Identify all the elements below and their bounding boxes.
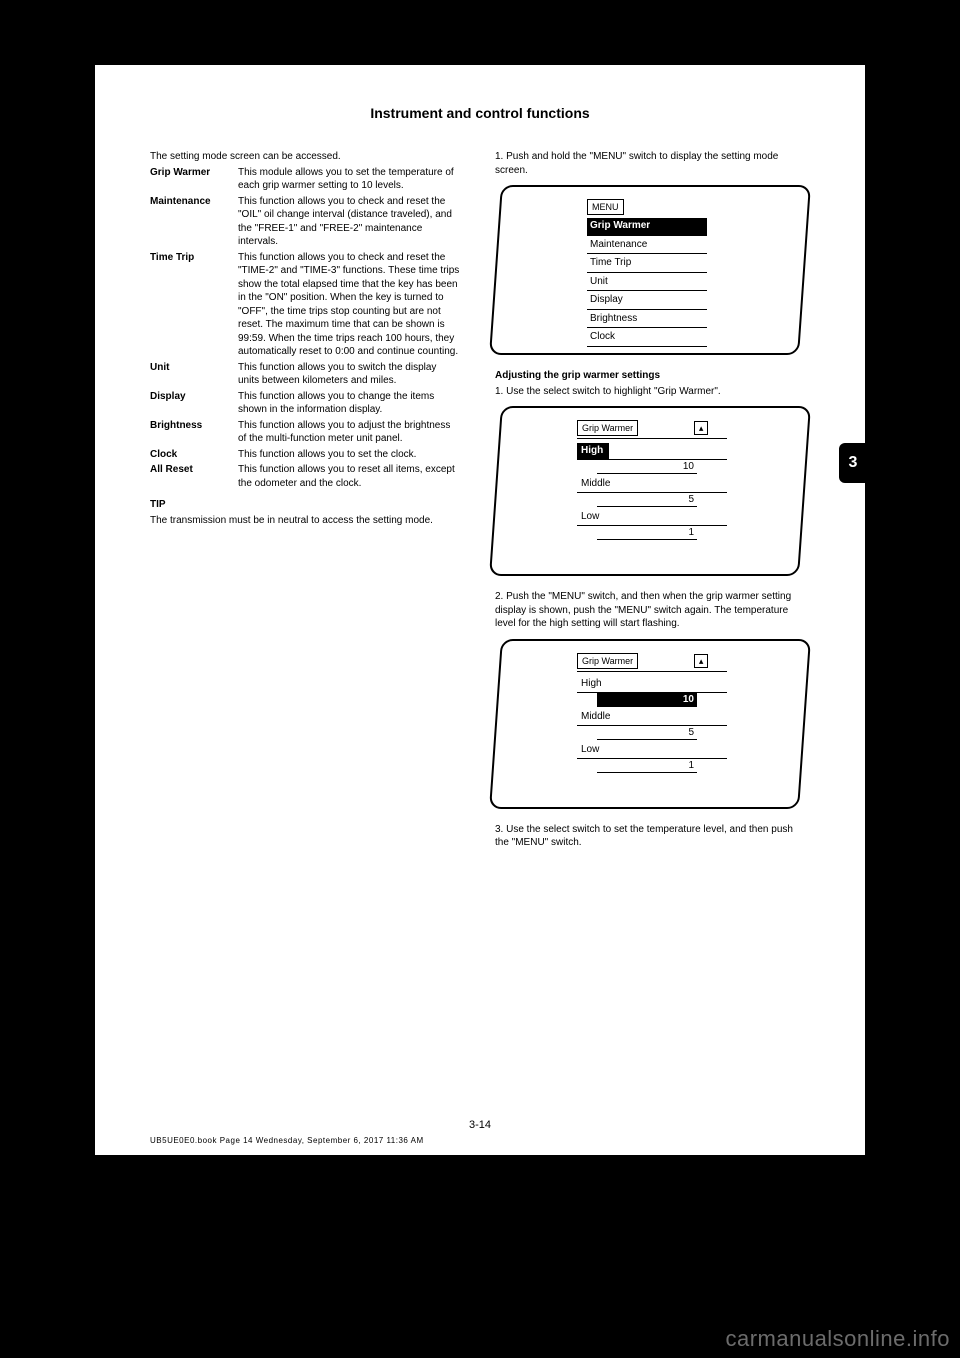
def-row: Time TripThis function allows you to che… xyxy=(150,251,460,359)
return-icon[interactable]: ▴ xyxy=(694,654,708,668)
page-number: 3-14 xyxy=(95,1119,865,1131)
menu-item-grip-warmer[interactable]: Grip Warmer xyxy=(587,218,707,236)
adjust-heading: Adjusting the grip warmer settings xyxy=(495,369,805,383)
def-term: Unit xyxy=(150,361,238,388)
grip-warmer-box: Grip Warmer ▴ High 10 Middle 5 Low 1 xyxy=(577,420,727,542)
grip-warmer-box-2: Grip Warmer ▴ High 10 Middle 5 Low 1 xyxy=(577,653,727,775)
page-header: Instrument and control functions xyxy=(95,105,865,121)
adjust-step-1: 1. Use the select switch to highlight "G… xyxy=(495,385,805,399)
menu-item-brightness[interactable]: Brightness xyxy=(587,311,707,329)
menu-screen-figure: MENU Grip Warmer Maintenance Time Trip U… xyxy=(489,185,811,355)
gw-label-high-2[interactable]: High xyxy=(577,676,608,693)
gw-row-middle: Middle 5 xyxy=(577,476,727,507)
def-row: MaintenanceThis function allows you to c… xyxy=(150,195,460,249)
def-term: Time Trip xyxy=(150,251,238,359)
menu-box: MENU Grip Warmer Maintenance Time Trip U… xyxy=(587,199,707,348)
footer-code: UB5UE0E0.book Page 14 Wednesday, Septemb… xyxy=(150,1136,424,1145)
def-row: DisplayThis function allows you to chang… xyxy=(150,390,460,417)
chapter-tab: 3 xyxy=(839,443,867,483)
def-row: ClockThis function allows you to set the… xyxy=(150,448,460,462)
def-term: All Reset xyxy=(150,463,238,490)
gw-value-low-2: 1 xyxy=(685,758,697,772)
gw-row-low-2: Low 1 xyxy=(577,742,727,773)
watermark: carmanualsonline.info xyxy=(725,1326,950,1352)
menu-item-display[interactable]: Display xyxy=(587,292,707,310)
def-desc: This function allows you to set the cloc… xyxy=(238,448,460,462)
def-row: UnitThis function allows you to switch t… xyxy=(150,361,460,388)
right-column: 1. Push and hold the "MENU" switch to di… xyxy=(495,150,805,852)
adjust-step-3: 3. Use the select switch to set the temp… xyxy=(495,823,805,850)
gw-value-low: 1 xyxy=(685,526,697,540)
gw-label-middle-2[interactable]: Middle xyxy=(577,709,616,726)
gw-row-low: Low 1 xyxy=(577,509,727,540)
grip-warmer-title: Grip Warmer xyxy=(577,420,638,436)
menu-item-clock[interactable]: Clock xyxy=(587,329,707,347)
def-term: Maintenance xyxy=(150,195,238,249)
def-term: Grip Warmer xyxy=(150,166,238,193)
def-row: All ResetThis function allows you to res… xyxy=(150,463,460,490)
grip-warmer-screen-1: Grip Warmer ▴ High 10 Middle 5 Low 1 xyxy=(489,406,811,576)
def-desc: This function allows you to check and re… xyxy=(238,195,460,249)
menu-item-unit[interactable]: Unit xyxy=(587,274,707,292)
def-desc: This module allows you to set the temper… xyxy=(238,166,460,193)
grip-warmer-title-2: Grip Warmer xyxy=(577,653,638,669)
left-column: The setting mode screen can be accessed.… xyxy=(150,150,460,529)
return-icon[interactable]: ▴ xyxy=(694,421,708,435)
menu-label: MENU xyxy=(587,199,624,215)
settings-definitions: Grip WarmerThis module allows you to set… xyxy=(150,166,460,491)
menu-item-maintenance[interactable]: Maintenance xyxy=(587,237,707,255)
def-desc: This function allows you to reset all it… xyxy=(238,463,460,490)
gw-label-high[interactable]: High xyxy=(577,443,609,460)
menu-item-time-trip[interactable]: Time Trip xyxy=(587,255,707,273)
gw-row-high-2: High 10 xyxy=(577,676,727,707)
grip-warmer-screen-2: Grip Warmer ▴ High 10 Middle 5 Low 1 xyxy=(489,639,811,809)
manual-page: Instrument and control functions 3 The s… xyxy=(95,65,865,1155)
gw-label-low[interactable]: Low xyxy=(577,509,605,526)
adjust-step-2: 2. Push the "MENU" switch, and then when… xyxy=(495,590,805,631)
gw-label-middle[interactable]: Middle xyxy=(577,476,616,493)
gw-value-high-2[interactable]: 10 xyxy=(680,692,697,706)
def-desc: This function allows you to adjust the b… xyxy=(238,419,460,446)
def-row: Grip WarmerThis module allows you to set… xyxy=(150,166,460,193)
def-desc: This function allows you to switch the d… xyxy=(238,361,460,388)
def-term: Clock xyxy=(150,448,238,462)
intro-text: The setting mode screen can be accessed. xyxy=(150,150,460,164)
def-desc: This function allows you to check and re… xyxy=(238,251,460,359)
gw-value-middle: 5 xyxy=(685,493,697,507)
gw-row-high: High 10 xyxy=(577,443,727,474)
tip-heading: TIP xyxy=(150,498,460,512)
def-term: Display xyxy=(150,390,238,417)
def-row: BrightnessThis function allows you to ad… xyxy=(150,419,460,446)
step-1-text: 1. Push and hold the "MENU" switch to di… xyxy=(495,150,805,177)
def-desc: This function allows you to change the i… xyxy=(238,390,460,417)
gw-value-middle-2: 5 xyxy=(685,725,697,739)
tip-body: The transmission must be in neutral to a… xyxy=(150,514,460,528)
gw-row-middle-2: Middle 5 xyxy=(577,709,727,740)
gw-label-low-2[interactable]: Low xyxy=(577,742,605,759)
gw-value-high: 10 xyxy=(680,460,697,474)
def-term: Brightness xyxy=(150,419,238,446)
